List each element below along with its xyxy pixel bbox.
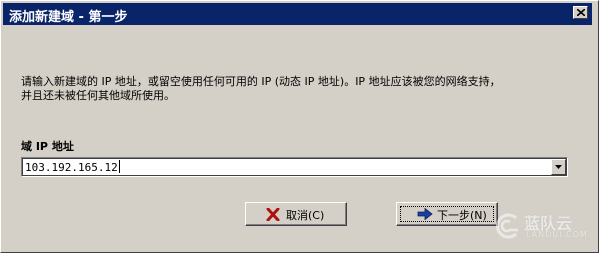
text-caret (118, 160, 120, 173)
ip-address-value: 103.192.165.12 (25, 161, 118, 174)
next-button-label: 下一步(N) (437, 209, 487, 222)
description-text: 请输入新建域的 IP 地址，或留空使用任何可用的 IP (动态 IP 地址)。I… (21, 75, 581, 103)
watermark-subtext: LANDUI.COM (526, 230, 588, 239)
description-line-1: 请输入新建域的 IP 地址，或留空使用任何可用的 IP (动态 IP 地址)。I… (21, 75, 501, 88)
ip-address-combobox[interactable]: 103.192.165.12 (21, 157, 568, 177)
cloud-logo-icon (496, 213, 518, 239)
red-x-icon (266, 208, 280, 221)
cancel-button[interactable]: 取消(C) (245, 202, 347, 226)
next-button[interactable]: 下一步(N) (396, 202, 498, 226)
watermark-logo: 蓝队云 LANDUI.COM (494, 206, 596, 250)
ip-address-label: 域 IP 地址 (21, 140, 74, 153)
cancel-button-label: 取消(C) (286, 209, 325, 222)
dropdown-button[interactable] (551, 159, 566, 175)
close-icon (577, 9, 585, 16)
blue-arrow-right-icon (417, 208, 433, 220)
window-title: 添加新建域 - 第一步 (9, 10, 128, 25)
title-bar[interactable]: 添加新建域 - 第一步 (3, 3, 592, 25)
add-domain-dialog: 添加新建域 - 第一步 请输入新建域的 IP 地址，或留空使用任何可用的 IP … (0, 0, 599, 253)
ip-address-input[interactable]: 103.192.165.12 (25, 160, 120, 174)
description-line-2: 并且还未被任何其他域所使用。 (21, 89, 175, 102)
chevron-down-icon (555, 165, 562, 169)
close-button[interactable] (573, 6, 588, 19)
